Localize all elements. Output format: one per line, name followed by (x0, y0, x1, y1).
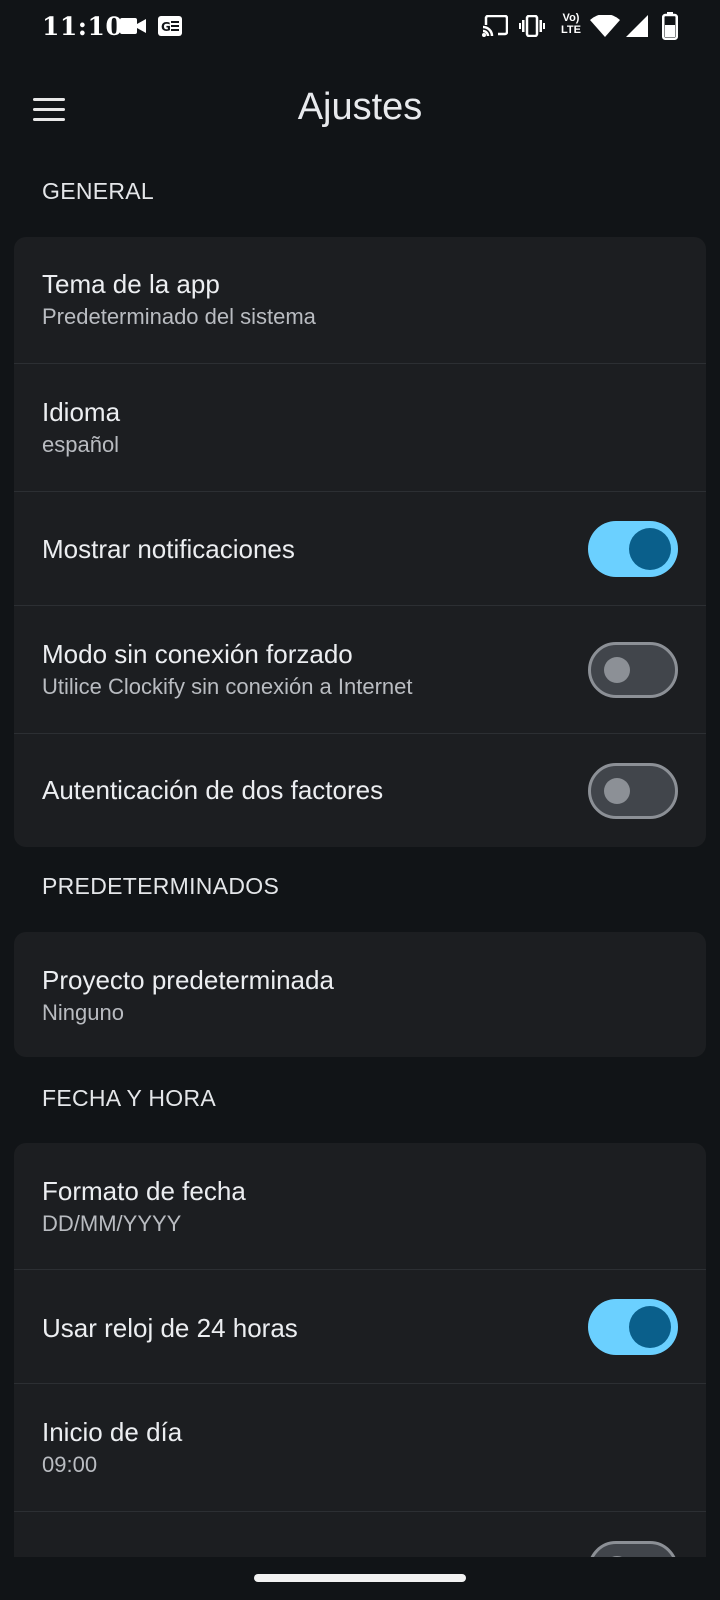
setting-title: Modo sin conexión forzado (42, 639, 353, 669)
volte-icon: Vo) LTE (561, 12, 581, 36)
setting-value: 09:00 (42, 1452, 98, 1477)
setting-title: Mostrar notificaciones (42, 534, 295, 564)
app-bar: Ajustes (0, 56, 720, 164)
setting-partial-row[interactable] (14, 1512, 706, 1557)
setting-value: Utilice Clockify sin conexión a Internet (42, 674, 413, 699)
setting-title: Tema de la app (42, 269, 220, 299)
setting-two-factor-auth[interactable]: Autenticación de dos factores (14, 734, 706, 847)
setting-language[interactable]: Idioma español (14, 364, 706, 492)
svg-text:G: G (161, 20, 171, 34)
setting-value: DD/MM/YYYY (42, 1211, 182, 1236)
page-title: Ajustes (297, 86, 423, 128)
setting-title: Usar reloj de 24 horas (42, 1313, 298, 1343)
setting-title: Idioma (42, 397, 121, 427)
cast-icon (482, 15, 508, 37)
home-indicator[interactable] (254, 1574, 466, 1582)
vibrate-icon (519, 15, 545, 37)
setting-title: Autenticación de dos factores (42, 775, 384, 805)
setting-default-project[interactable]: Proyecto predeterminada Ninguno (14, 932, 706, 1057)
settings-screen: 11:10 G Vo) LTE Ajustes GENERAL Tema de … (0, 0, 720, 1600)
section-header-datetime: FECHA Y HORA (42, 1085, 217, 1111)
section-header-general: GENERAL (42, 178, 155, 204)
setting-value: español (42, 432, 120, 457)
wifi-icon (590, 15, 620, 37)
setting-date-format[interactable]: Formato de fecha DD/MM/YYYY (14, 1143, 706, 1270)
news-icon: G (158, 16, 182, 36)
setting-app-theme[interactable]: Tema de la app Predeterminado del sistem… (14, 237, 706, 364)
general-card: Tema de la app Predeterminado del sistem… (14, 237, 706, 847)
setting-24h-clock[interactable]: Usar reloj de 24 horas (14, 1270, 706, 1384)
video-icon (120, 18, 146, 34)
datetime-card: Formato de fecha DD/MM/YYYY Usar reloj d… (14, 1143, 706, 1557)
battery-icon (662, 12, 678, 40)
clock-24h-toggle[interactable] (588, 1299, 678, 1355)
setting-offline-mode[interactable]: Modo sin conexión forzado Utilice Clocki… (14, 606, 706, 734)
setting-day-start[interactable]: Inicio de día 09:00 (14, 1384, 706, 1512)
notifications-toggle[interactable] (588, 521, 678, 577)
setting-title: Inicio de día (42, 1417, 183, 1447)
setting-title: Formato de fecha (42, 1176, 246, 1206)
section-header-defaults: PREDETERMINADOS (42, 873, 280, 899)
partial-toggle[interactable] (588, 1541, 678, 1557)
setting-show-notifications[interactable]: Mostrar notificaciones (14, 492, 706, 606)
setting-value: Predeterminado del sistema (42, 304, 316, 329)
setting-title: Proyecto predeterminada (42, 965, 334, 995)
offline-mode-toggle[interactable] (588, 642, 678, 698)
two-factor-toggle[interactable] (588, 763, 678, 819)
defaults-card: Proyecto predeterminada Ninguno (14, 932, 706, 1057)
status-time: 11:10 (42, 12, 124, 41)
status-bar: 11:10 G Vo) LTE (0, 0, 720, 56)
signal-icon (626, 15, 648, 37)
setting-value: Ninguno (42, 1000, 124, 1025)
